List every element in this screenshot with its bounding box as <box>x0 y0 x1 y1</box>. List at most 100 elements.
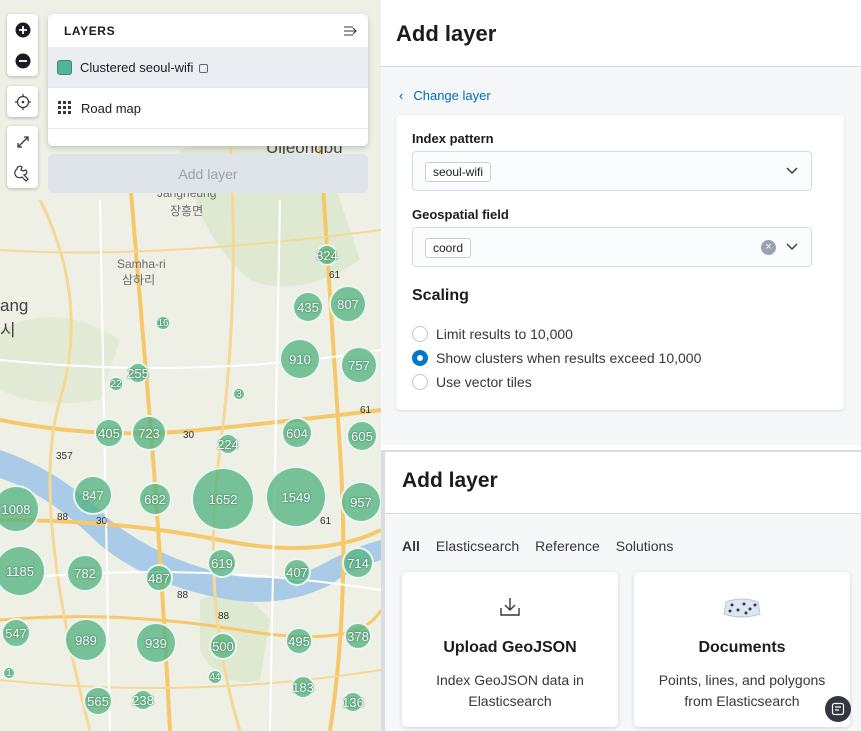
cluster-marker[interactable]: 16 <box>155 315 171 331</box>
road-number-label: 88 <box>177 590 189 601</box>
fit-to-data-button[interactable] <box>7 86 38 117</box>
cluster-marker[interactable]: 547 <box>1 618 31 648</box>
cluster-marker[interactable]: 1 <box>2 666 16 680</box>
map-place-label: ang <box>0 296 29 315</box>
radio-label: Use vector tiles <box>436 374 532 390</box>
geospatial-field-value: coord <box>425 238 472 258</box>
cluster-marker[interactable]: 605 <box>346 420 378 452</box>
cluster-marker[interactable]: 487 <box>145 564 173 592</box>
minus-icon <box>15 53 30 68</box>
cluster-marker[interactable]: 957 <box>340 481 381 523</box>
cluster-marker[interactable]: 723 <box>131 415 167 451</box>
cluster-marker[interactable]: 255 <box>127 362 149 384</box>
cluster-marker[interactable]: 500 <box>209 632 237 660</box>
geospatial-field-select[interactable]: coord × <box>412 227 812 267</box>
change-layer-link[interactable]: ‹ Change layer <box>399 88 491 103</box>
fullscreen-button[interactable] <box>7 126 38 157</box>
cluster-marker[interactable]: 910 <box>279 338 321 380</box>
index-pattern-value: seoul-wifi <box>425 162 492 182</box>
plus-icon <box>15 22 30 37</box>
tab-solutions[interactable]: Solutions <box>616 538 674 554</box>
layer-category-tabs: All Elasticsearch Reference Solutions <box>402 538 689 554</box>
wrench-icon <box>13 165 29 182</box>
cluster-marker[interactable]: 1549 <box>265 466 327 528</box>
tab-all[interactable]: All <box>402 538 420 554</box>
map-place-label: Samha-ri <box>117 257 166 271</box>
zoom-out-button[interactable] <box>7 45 38 76</box>
scaling-option-clusters[interactable]: Show clusters when results exceed 10,000 <box>412 350 701 366</box>
cluster-marker[interactable]: 324 <box>316 244 338 266</box>
cluster-marker[interactable]: 782 <box>66 554 104 592</box>
draw-tools-button[interactable] <box>7 157 38 188</box>
radio-button-checked[interactable] <box>412 350 428 366</box>
expand-icon <box>16 135 29 148</box>
cluster-marker[interactable]: 3 <box>232 387 246 401</box>
road-number-label: 88 <box>218 611 230 622</box>
cluster-marker[interactable]: 565 <box>83 686 113 716</box>
cluster-marker[interactable]: 714 <box>342 547 374 579</box>
radio-label: Limit results to 10,000 <box>436 326 573 342</box>
road-number-label: 61 <box>329 270 341 281</box>
documents-card[interactable]: Documents Points, lines, and polygons fr… <box>634 572 850 727</box>
flyout-title: Add layer <box>396 21 497 46</box>
layer-control-header: LAYERS <box>48 14 368 47</box>
layer-item-clustered-seoul-wifi[interactable]: Clustered seoul-wifi <box>48 47 368 88</box>
scaling-option-vector-tiles[interactable]: Use vector tiles <box>412 374 532 390</box>
clear-selection-icon[interactable]: × <box>761 240 776 255</box>
fit-to-data-control <box>7 86 38 117</box>
map-place-label: 삼하리 <box>122 273 156 287</box>
chevron-down-icon <box>786 243 798 250</box>
cluster-marker[interactable]: 682 <box>138 482 172 516</box>
tool-controls <box>7 126 38 188</box>
cluster-marker[interactable]: 1652 <box>191 467 255 531</box>
chevron-down-icon <box>786 167 798 174</box>
help-button[interactable] <box>825 696 851 722</box>
cluster-marker[interactable]: 495 <box>285 627 313 655</box>
radio-label: Show clusters when results exceed 10,000 <box>436 350 702 366</box>
add-layer-button[interactable]: Add layer <box>48 154 368 193</box>
crosshair-icon <box>14 93 31 110</box>
index-pattern-label: Index pattern <box>412 131 494 146</box>
cluster-marker[interactable]: 435 <box>292 291 324 323</box>
radio-button[interactable] <box>412 326 428 342</box>
cluster-marker[interactable]: 378 <box>344 622 372 650</box>
cluster-marker[interactable]: 989 <box>64 618 108 662</box>
tab-reference[interactable]: Reference <box>535 538 600 554</box>
cluster-marker[interactable]: 224 <box>217 433 239 455</box>
road-number-label: 357 <box>56 451 73 462</box>
map-place-label: 시 <box>0 321 16 340</box>
layer-control-panel: LAYERS Clustered seoul-wifi Road map <box>48 14 368 146</box>
cluster-marker[interactable]: 939 <box>135 622 177 664</box>
scaling-option-limit[interactable]: Limit results to 10,000 <box>412 326 573 342</box>
upload-icon <box>500 598 520 616</box>
tab-elasticsearch[interactable]: Elasticsearch <box>436 538 519 554</box>
cluster-marker[interactable]: 136 <box>342 691 364 713</box>
zoom-in-button[interactable] <box>7 14 38 45</box>
cluster-marker[interactable]: 238 <box>132 689 154 711</box>
cluster-marker[interactable]: 407 <box>283 558 311 586</box>
cluster-marker[interactable]: 757 <box>340 346 378 384</box>
add-layer-picker-flyout: Add layer All Elasticsearch Reference So… <box>381 450 861 731</box>
index-pattern-select[interactable]: seoul-wifi <box>412 151 812 191</box>
upload-geojson-card[interactable]: Upload GeoJSON Index GeoJSON data in Ela… <box>402 572 618 727</box>
cluster-marker[interactable]: 22 <box>108 376 124 392</box>
grid-icon <box>58 101 71 114</box>
cluster-marker[interactable]: 847 <box>73 475 113 515</box>
card-description: Points, lines, and polygons from Elastic… <box>658 672 826 709</box>
layer-config-form: Index pattern seoul-wifi Geospatial fiel… <box>396 115 844 410</box>
road-number-label: 61 <box>320 516 332 527</box>
cluster-marker[interactable]: 619 <box>207 548 237 578</box>
cluster-marker[interactable]: 604 <box>281 417 313 449</box>
radio-button[interactable] <box>412 374 428 390</box>
map-canvas[interactable]: Uijeongbu Jangheung 장흥면 Samha-ri 삼하리 ang 시 61 3… <box>0 0 381 731</box>
cluster-marker[interactable]: 405 <box>94 418 124 448</box>
road-number-label: 88 <box>57 512 69 523</box>
collapse-panel-icon[interactable] <box>343 25 358 37</box>
layer-item-road-map[interactable]: Road map <box>48 88 368 129</box>
road-number-label: 30 <box>96 516 108 527</box>
cluster-marker[interactable]: 183 <box>291 675 315 699</box>
layer-settings-icon[interactable] <box>199 63 209 73</box>
cluster-marker[interactable]: 44 <box>207 669 223 685</box>
swatch-icon <box>57 59 72 75</box>
cluster-marker[interactable]: 807 <box>329 285 367 323</box>
